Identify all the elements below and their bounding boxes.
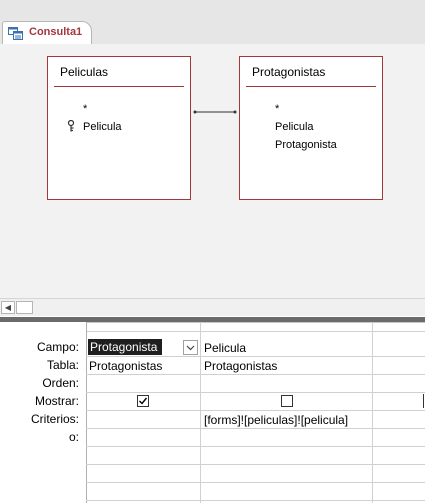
- row-label-o: o:: [68, 430, 79, 444]
- campo-cell-1[interactable]: Protagonista: [88, 339, 162, 355]
- row-divider: [86, 464, 425, 465]
- arrow-left-icon: ◀: [4, 303, 12, 312]
- field-list-item[interactable]: *: [83, 103, 87, 115]
- row-label-campo: Campo:: [36, 340, 79, 354]
- field-list-peliculas[interactable]: Peliculas * Pelicula: [47, 56, 191, 200]
- grid-border: [86, 322, 87, 503]
- mostrar-checkbox-2[interactable]: [281, 395, 293, 407]
- query-design-grid: Campo: Tabla: Orden: Mostrar: Criterios:…: [0, 322, 425, 503]
- query-icon: [8, 27, 23, 40]
- field-list-item[interactable]: Pelicula: [83, 121, 122, 133]
- tabla-cell-2[interactable]: Protagonistas: [204, 359, 277, 373]
- field-list-divider: [54, 86, 184, 87]
- mostrar-checkbox-1[interactable]: [137, 395, 149, 407]
- column-divider: [200, 322, 201, 503]
- campo-cell-2[interactable]: Pelicula: [204, 341, 246, 355]
- row-divider: [86, 500, 425, 501]
- primary-key-icon: [67, 119, 75, 132]
- column-divider: [372, 322, 373, 503]
- field-list-divider: [246, 86, 376, 87]
- row-divider: [86, 410, 425, 411]
- column-selector-line: [86, 331, 425, 332]
- scroll-left-button[interactable]: ◀: [1, 301, 15, 314]
- grid-row-labels: Campo: Tabla: Orden: Mostrar: Criterios:…: [0, 322, 79, 503]
- tab-label: Consulta1: [29, 26, 83, 38]
- row-label-criterios: Criterios:: [30, 412, 79, 426]
- mostrar-checkbox-3-edge[interactable]: [423, 394, 424, 408]
- design-horizontal-scrollbar[interactable]: ◀: [0, 298, 425, 316]
- row-label-mostrar: Mostrar:: [34, 394, 79, 408]
- chevron-down-icon: [184, 343, 197, 357]
- row-label-tabla: Tabla:: [46, 358, 79, 372]
- field-list-title[interactable]: Peliculas: [60, 65, 108, 79]
- row-divider: [86, 446, 425, 447]
- relationship-join-line[interactable]: [191, 108, 239, 116]
- row-divider: [86, 356, 425, 357]
- field-list-item[interactable]: Protagonista: [275, 139, 337, 151]
- row-divider: [86, 392, 425, 393]
- document-tab-strip: Consulta1: [0, 0, 425, 45]
- row-label-orden: Orden:: [42, 376, 79, 390]
- row-divider: [86, 428, 425, 429]
- tab-consulta1[interactable]: Consulta1: [2, 21, 92, 45]
- grid-border: [86, 322, 425, 323]
- row-divider: [86, 482, 425, 483]
- row-divider: [86, 374, 425, 375]
- campo-dropdown-button[interactable]: [183, 340, 198, 355]
- checkmark-icon: [139, 397, 148, 405]
- scroll-thumb[interactable]: [16, 301, 33, 314]
- field-list-title[interactable]: Protagonistas: [252, 65, 325, 79]
- field-list-item[interactable]: *: [275, 103, 279, 115]
- tabla-cell-1[interactable]: Protagonistas: [89, 359, 162, 373]
- field-list-protagonistas[interactable]: Protagonistas * Pelicula Protagonista: [239, 56, 383, 200]
- field-list-item[interactable]: Pelicula: [275, 121, 314, 133]
- criterios-cell-2[interactable]: [forms]![peliculas]![pelicula]: [204, 413, 348, 427]
- query-design-surface: Peliculas * Pelicula Protagonistas * Pel…: [0, 44, 425, 298]
